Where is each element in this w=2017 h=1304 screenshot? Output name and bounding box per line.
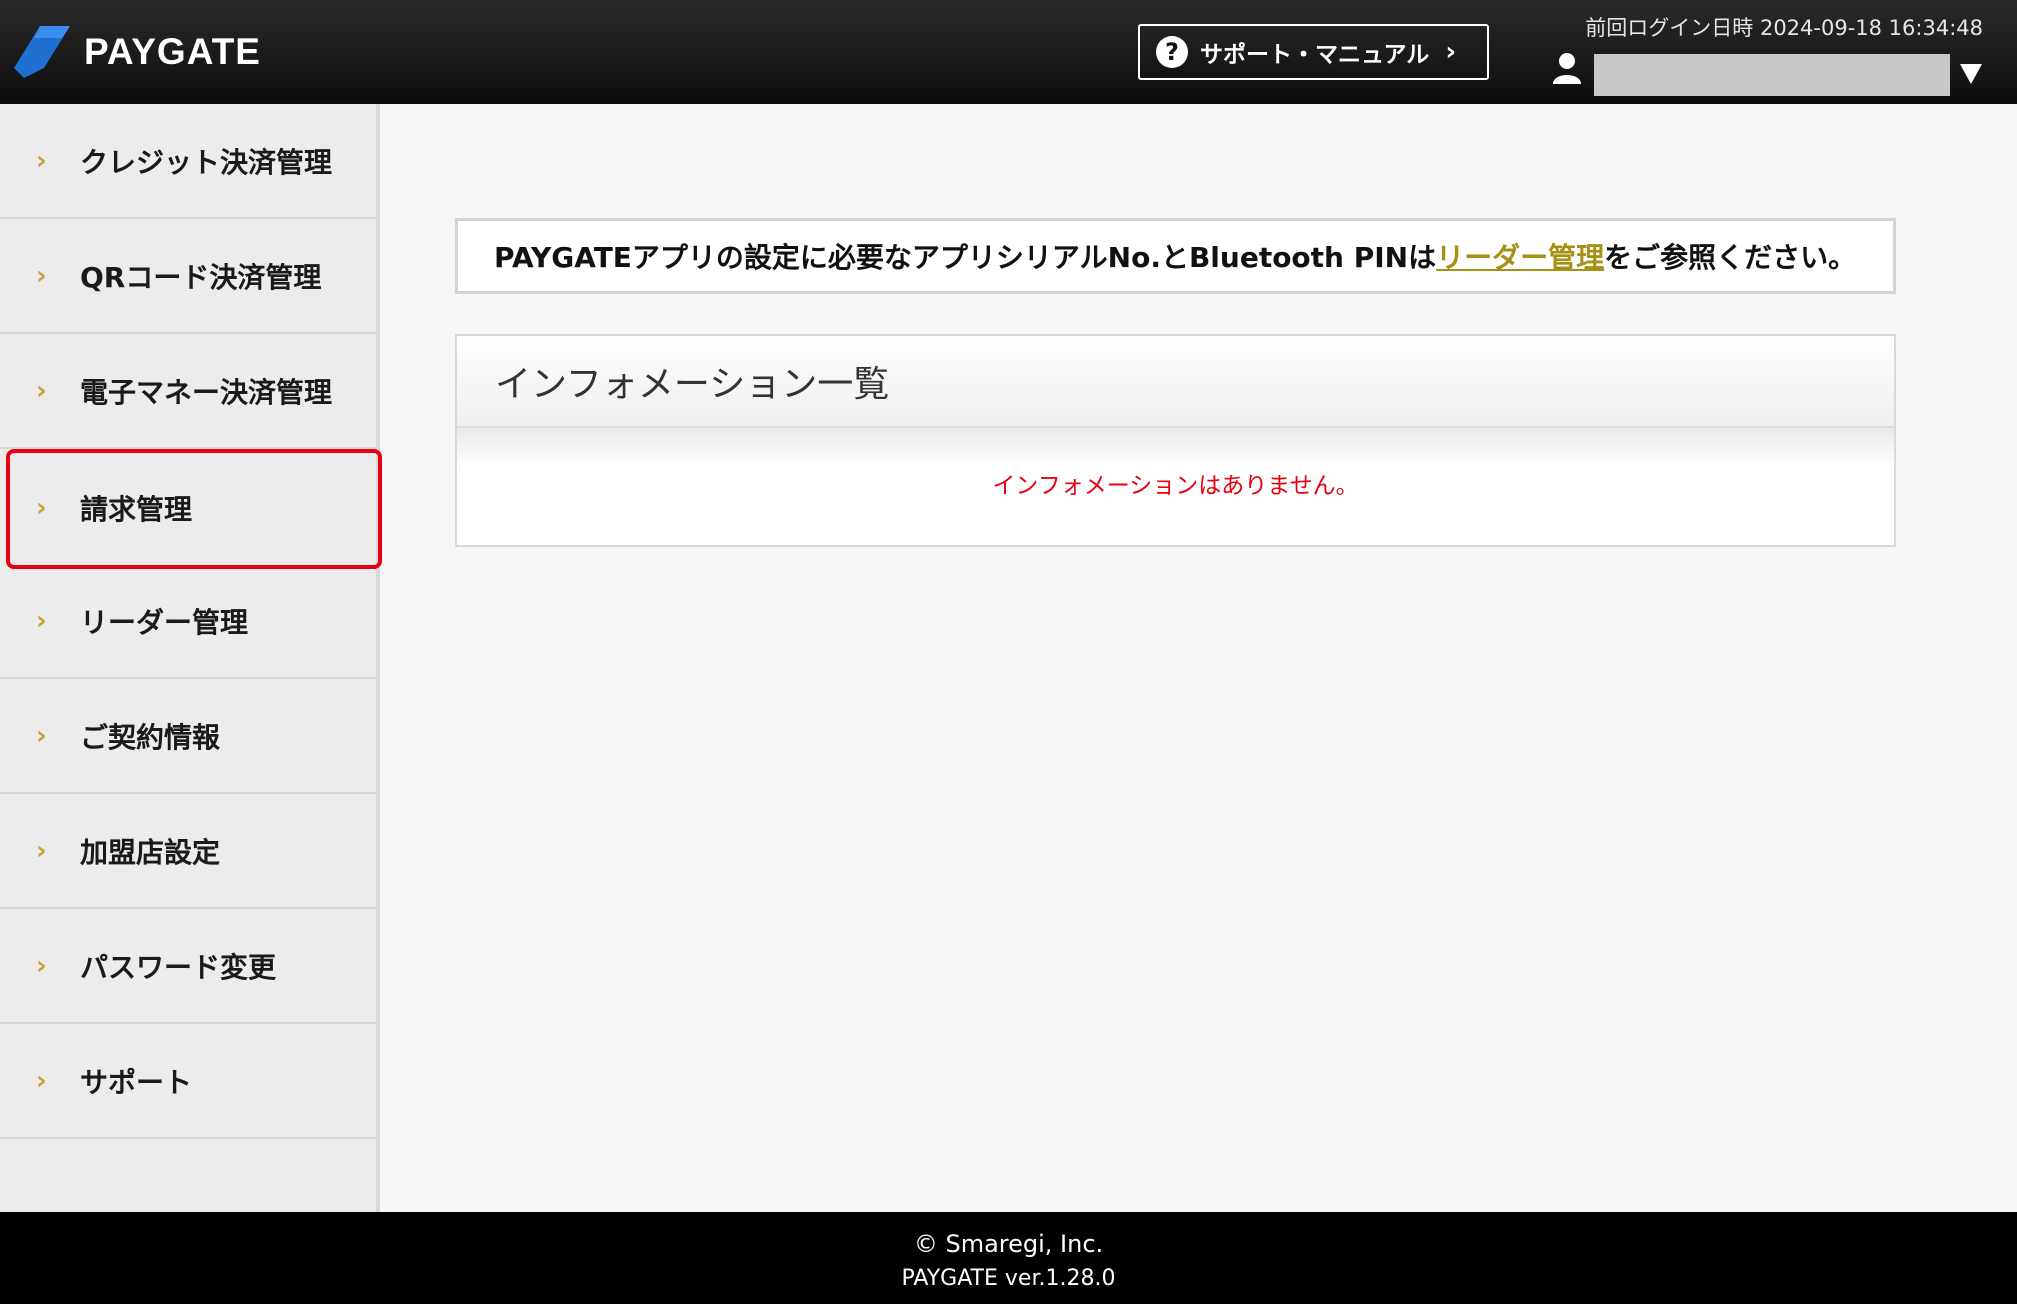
information-panel: インフォメーション一覧 インフォメーションはありません。 — [455, 334, 1896, 547]
sidebar-item-label: ご契約情報 — [80, 720, 221, 754]
sidebar-item-label: リーダー管理 — [80, 605, 249, 639]
chevron-right-icon: › — [36, 950, 47, 981]
notice-text-before: PAYGATEアプリの設定に必要なアプリシリアルNo.とBluetooth PI… — [494, 241, 1437, 274]
footer-version: PAYGATE ver.1.28.0 — [901, 1266, 1116, 1291]
notice-text-after: をご参照ください。 — [1604, 241, 1857, 274]
sidebar-item-password-change[interactable]: › パスワード変更 — [0, 909, 376, 1024]
sidebar-item-label: QRコード決済管理 — [80, 260, 322, 294]
chevron-right-icon: › — [36, 375, 47, 406]
information-panel-body: インフォメーションはありません。 — [457, 428, 1894, 545]
sidebar-item-billing[interactable]: › 請求管理 — [6, 449, 382, 569]
chevron-right-icon: › — [36, 493, 47, 523]
paygate-logo[interactable]: PAYGATE — [14, 26, 261, 78]
footer-copyright: © Smaregi, Inc. — [913, 1230, 1104, 1258]
sidebar-item-label: 電子マネー決済管理 — [80, 375, 333, 409]
sidebar-item-reader[interactable]: › リーダー管理 — [0, 564, 376, 679]
sidebar-item-label: パスワード変更 — [80, 950, 277, 984]
help-icon: ? — [1156, 36, 1188, 68]
sidebar-item-merchant-settings[interactable]: › 加盟店設定 — [0, 794, 376, 909]
user-name-field[interactable] — [1594, 54, 1950, 96]
chevron-right-icon: › — [36, 605, 47, 636]
reader-management-link[interactable]: リーダー管理 — [1436, 236, 1604, 276]
sidebar-item-label: 加盟店設定 — [80, 835, 221, 869]
support-manual-label: サポート・マニュアル — [1200, 42, 1430, 68]
user-icon — [1553, 53, 1581, 84]
sidebar-item-label: サポート — [80, 1065, 193, 1099]
last-login-timestamp: 前回ログイン日時 2024-09-18 16:34:48 — [1585, 16, 1983, 40]
chevron-right-icon: › — [36, 835, 47, 866]
sidebar-item-label: 請求管理 — [80, 493, 193, 526]
sidebar-item-credit-payment[interactable]: › クレジット決済管理 — [0, 104, 376, 219]
information-empty-message: インフォメーションはありません。 — [992, 473, 1359, 499]
information-panel-title: インフォメーション一覧 — [457, 336, 1894, 428]
top-header: PAYGATE ? サポート・マニュアル › 前回ログイン日時 2024-09-… — [0, 0, 2017, 104]
chevron-right-icon: › — [36, 1065, 47, 1096]
sidebar-item-qr-payment[interactable]: › QRコード決済管理 — [0, 219, 376, 334]
chevron-right-icon: › — [36, 720, 47, 751]
sidebar-item-label: クレジット決済管理 — [80, 145, 333, 179]
sidebar-item-emoney-payment[interactable]: › 電子マネー決済管理 — [0, 334, 376, 449]
logo-text: PAYGATE — [84, 31, 261, 72]
paygate-logo-icon — [14, 26, 70, 78]
page-footer: © Smaregi, Inc. PAYGATE ver.1.28.0 — [0, 1212, 2017, 1304]
sidebar-nav: › クレジット決済管理 › QRコード決済管理 › 電子マネー決済管理 › 請求… — [0, 104, 382, 1212]
user-menu-dropdown-icon[interactable] — [1960, 64, 1982, 84]
sidebar-item-contract-info[interactable]: › ご契約情報 — [0, 679, 376, 794]
chevron-right-icon: › — [36, 260, 47, 291]
chevron-right-icon: › — [1445, 37, 1457, 67]
sidebar-item-support[interactable]: › サポート — [0, 1024, 376, 1139]
reader-notice-banner: PAYGATEアプリの設定に必要なアプリシリアルNo.とBluetooth PI… — [455, 218, 1896, 294]
chevron-right-icon: › — [36, 145, 47, 176]
support-manual-button[interactable]: ? サポート・マニュアル › — [1138, 24, 1489, 80]
